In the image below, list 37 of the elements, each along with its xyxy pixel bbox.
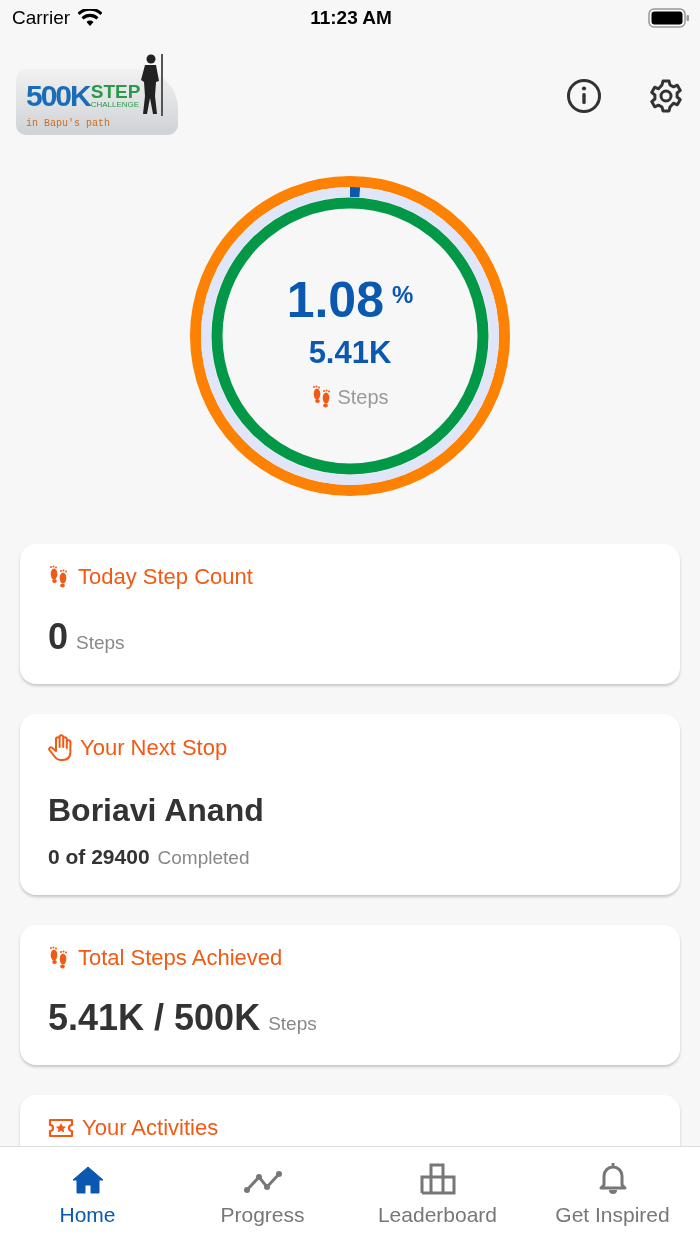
- bar-chart-icon: [419, 1163, 456, 1195]
- card-title: Your Activities: [82, 1115, 219, 1141]
- footprints-icon: [48, 946, 70, 970]
- unit-label: Steps: [76, 632, 125, 654]
- logo-number: 500K: [26, 80, 90, 111]
- footprints-icon: [48, 565, 70, 589]
- steps-label: Steps: [337, 385, 389, 409]
- line-chart-icon: [242, 1169, 283, 1195]
- tab[interactable]: Get Inspired: [525, 1147, 700, 1244]
- ticket-icon: [48, 1117, 74, 1139]
- bell-icon: [597, 1161, 628, 1195]
- unit-label: Completed: [157, 847, 250, 869]
- battery-icon: [648, 8, 690, 28]
- logo-word: STEP: [90, 82, 141, 102]
- percent-value: 1.08: [286, 271, 384, 329]
- step-count: 5.41K / 500K: [48, 997, 261, 1039]
- hand-icon: [48, 734, 72, 762]
- stop-name: Boriavi Anand: [48, 792, 265, 829]
- tab[interactable]: Leaderboard: [350, 1147, 525, 1244]
- unit-label: Steps: [268, 1013, 317, 1035]
- logo-tagline: in Bapu's path: [26, 118, 111, 130]
- home-icon: [70, 1165, 105, 1195]
- card-title: Today Step Count: [78, 564, 253, 590]
- carrier-name: Carrier: [12, 7, 71, 29]
- steps-value: 5.41K: [308, 335, 392, 371]
- tab[interactable]: Progress: [175, 1147, 350, 1244]
- clock-time: 11:23 AM: [310, 7, 392, 29]
- tab[interactable]: Home: [0, 1147, 175, 1244]
- wifi-icon: [78, 9, 103, 27]
- settings-icon[interactable]: [648, 78, 684, 114]
- step-count: 0: [48, 616, 69, 658]
- percent-sign: %: [392, 281, 414, 309]
- completed-count: 0 of 29400: [48, 845, 150, 869]
- card-title: Your Next Stop: [80, 735, 228, 761]
- info-icon[interactable]: [566, 78, 602, 114]
- card-title: Total Steps Achieved: [78, 945, 283, 971]
- logo-subtitle: CHALLENGE: [90, 101, 141, 110]
